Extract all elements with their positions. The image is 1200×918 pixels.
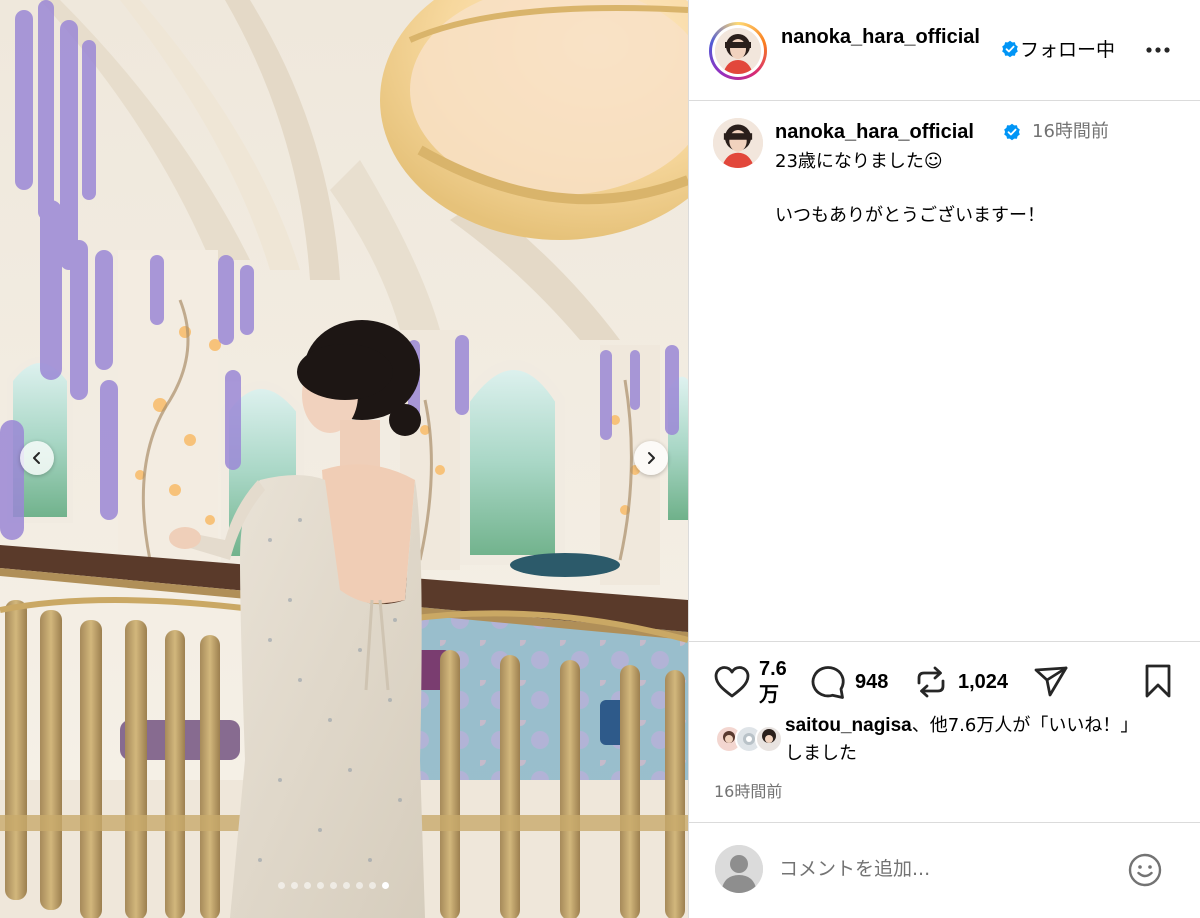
avatar bbox=[715, 845, 763, 893]
share-paper-plane-icon[interactable] bbox=[1033, 664, 1069, 700]
repost-icon[interactable] bbox=[913, 664, 949, 700]
caption-text-line: いつもありがとうございますー！ bbox=[775, 205, 1045, 226]
post-side-panel: nanoka_hara_official フォロー中 nanoka_hara_o… bbox=[688, 0, 1200, 918]
carousel-dot bbox=[291, 882, 298, 889]
story-ring[interactable] bbox=[709, 22, 767, 80]
photo-scene bbox=[0, 0, 688, 918]
caption-avatar[interactable] bbox=[713, 118, 763, 168]
chevron-left-icon bbox=[33, 452, 40, 464]
comment-bubble-icon[interactable] bbox=[810, 664, 846, 700]
caption-text-line: 23歳になりました☺ bbox=[775, 151, 943, 172]
carousel-dot bbox=[382, 882, 389, 889]
emoji-icon[interactable] bbox=[1127, 852, 1163, 888]
likes-summary: saitou_nagisa、他7.6万人が「いいね！」しました bbox=[785, 712, 1145, 768]
carousel-dot bbox=[304, 882, 311, 889]
divider bbox=[689, 641, 1200, 642]
post-header: nanoka_hara_official フォロー中 bbox=[689, 0, 1200, 101]
avatar bbox=[755, 725, 783, 753]
carousel-dot bbox=[369, 882, 376, 889]
carousel-next-button[interactable] bbox=[634, 441, 668, 475]
carousel-dot bbox=[330, 882, 337, 889]
bookmark-icon[interactable] bbox=[1142, 663, 1174, 699]
caption-time: 16時間前 bbox=[1032, 121, 1109, 142]
post-timestamp: 16時間前 bbox=[714, 782, 783, 801]
carousel-prev-button[interactable] bbox=[20, 441, 54, 475]
carousel-indicator bbox=[278, 882, 389, 889]
comment-count[interactable]: 948 bbox=[855, 670, 888, 694]
verified-badge-icon bbox=[1002, 40, 1018, 58]
avatar bbox=[715, 28, 761, 74]
header-username[interactable]: nanoka_hara_official bbox=[781, 24, 993, 51]
carousel-dot bbox=[343, 882, 350, 889]
repost-count[interactable]: 1,024 bbox=[958, 670, 1008, 694]
follow-status-button[interactable]: フォロー中 bbox=[1020, 38, 1115, 62]
more-options-icon[interactable] bbox=[1144, 40, 1172, 60]
verified-badge-icon bbox=[1004, 123, 1020, 141]
liked-by-username[interactable]: saitou_nagisa bbox=[785, 715, 912, 736]
carousel-dot bbox=[278, 882, 285, 889]
post-photo bbox=[0, 0, 688, 918]
chevron-right-icon bbox=[648, 452, 655, 464]
caption-username[interactable]: nanoka_hara_official bbox=[775, 119, 974, 145]
comment-input[interactable] bbox=[779, 853, 1099, 885]
like-count[interactable]: 7.6万 bbox=[759, 656, 799, 708]
liked-by-avatars[interactable] bbox=[715, 725, 789, 755]
carousel-dot bbox=[317, 882, 324, 889]
heart-icon[interactable] bbox=[714, 665, 750, 699]
comment-bar bbox=[689, 822, 1200, 918]
carousel-dot bbox=[356, 882, 363, 889]
